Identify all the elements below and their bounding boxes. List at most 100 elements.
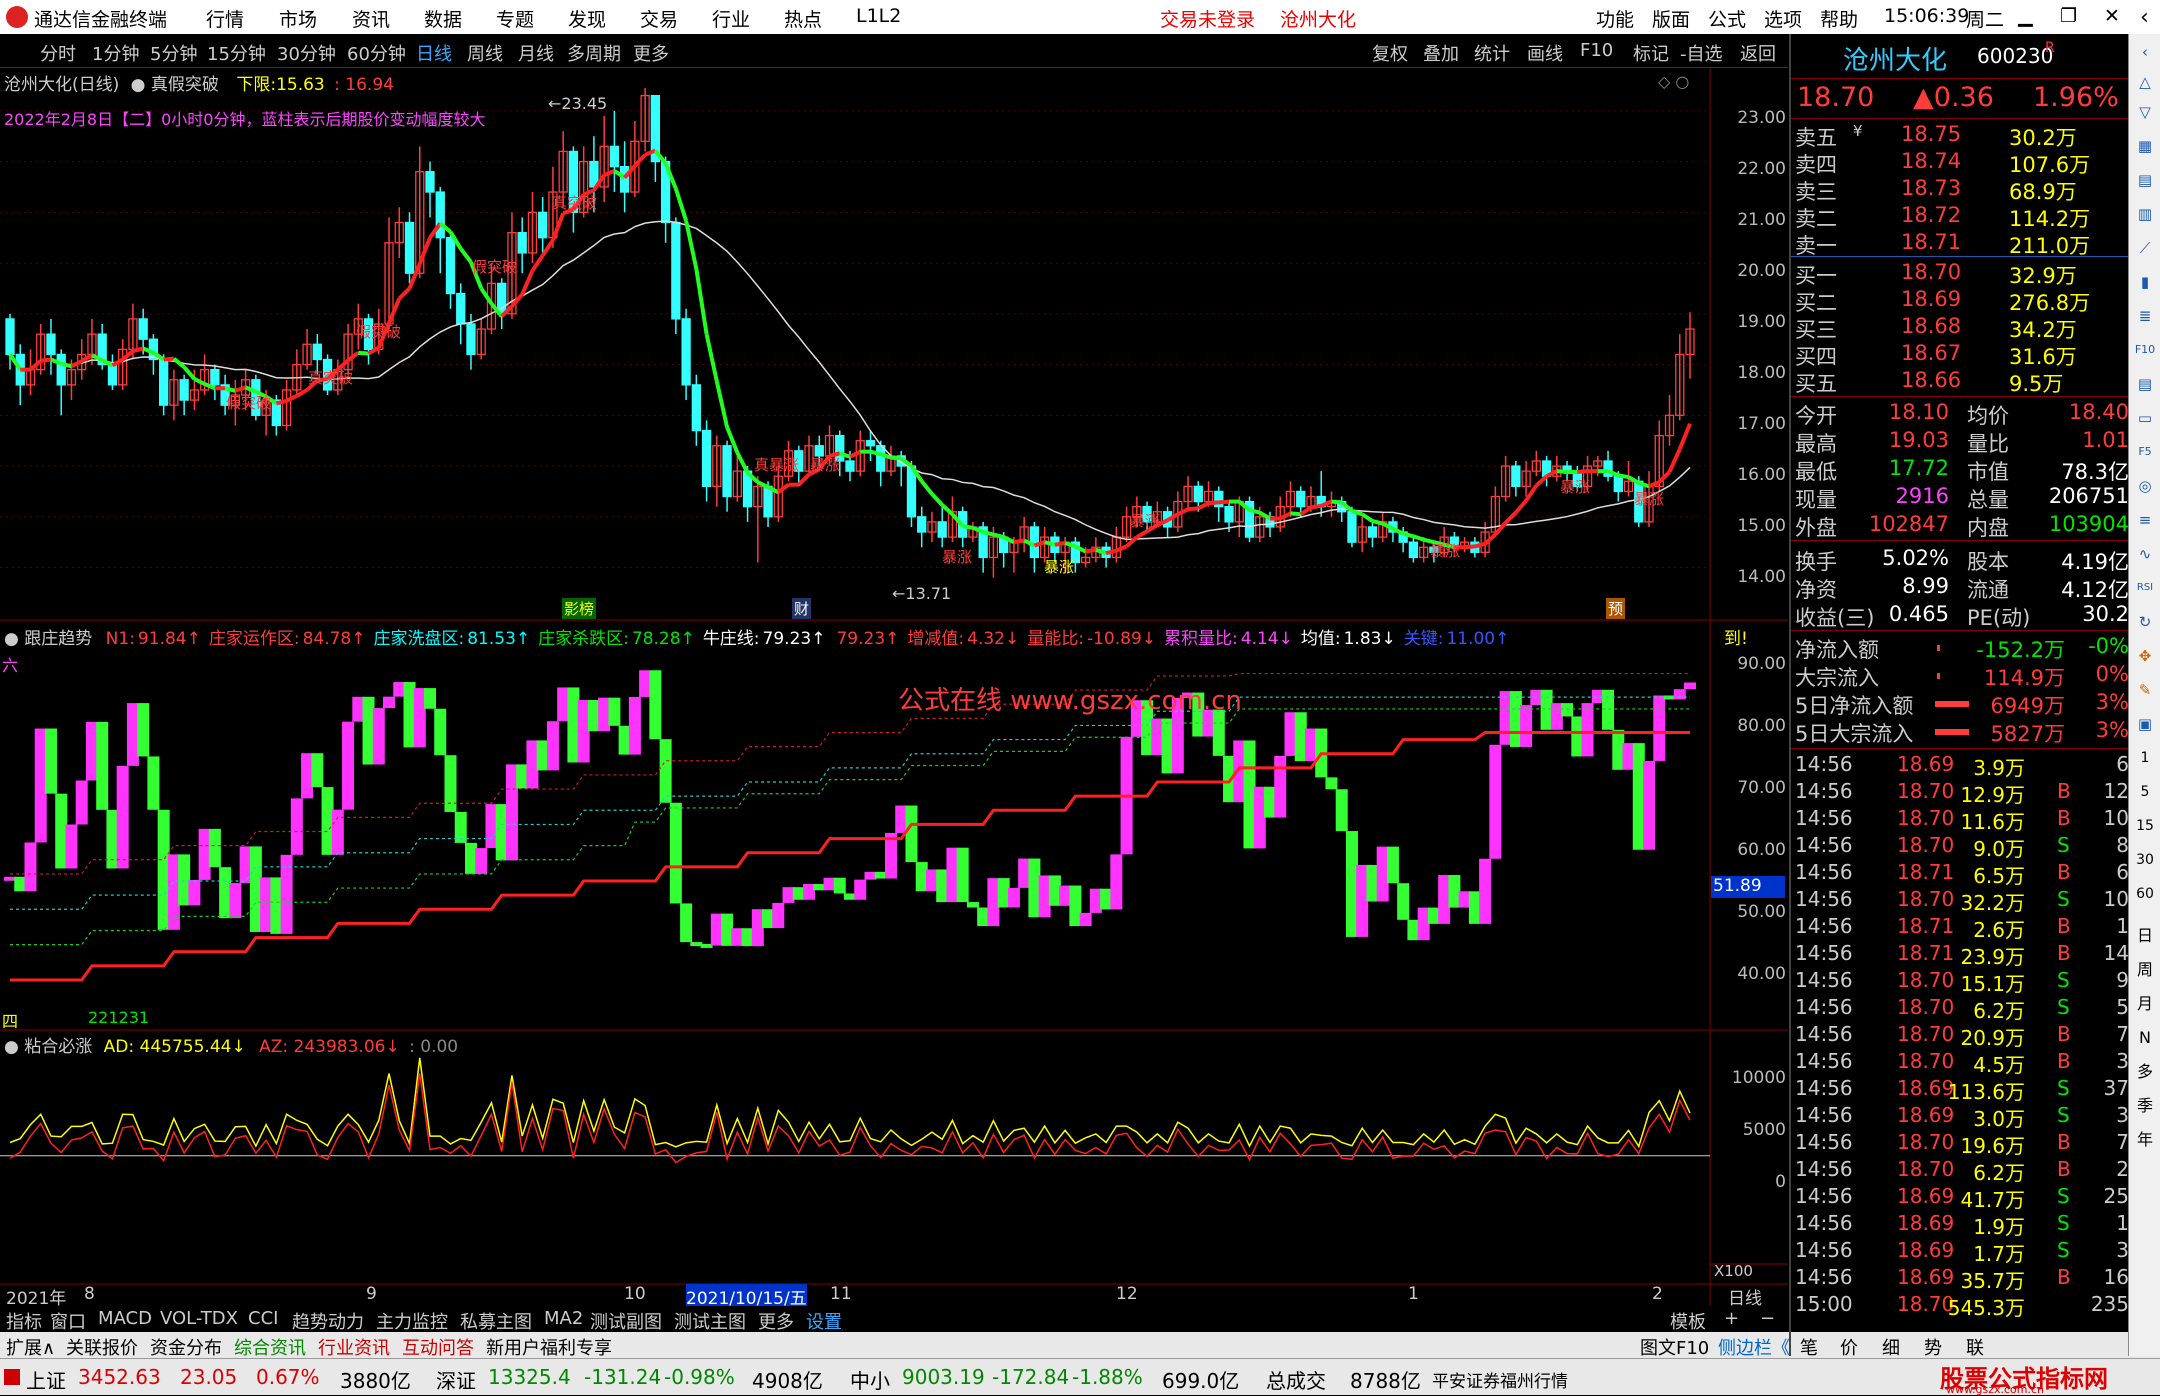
indicator2-name[interactable]: ● 粘合必涨 [4, 1037, 92, 1057]
refresh-icon[interactable]: ↻ [2133, 610, 2157, 634]
tab-monitor[interactable]: 主力监控 [376, 1308, 448, 1334]
menu-help[interactable]: 帮助 [1820, 5, 1858, 32]
tool-back[interactable]: 返回 [1740, 40, 1776, 66]
doc-icon[interactable]: ▤ [2133, 372, 2157, 396]
new-user-promo[interactable]: 新用户福利专享 [486, 1334, 612, 1360]
menu-function[interactable]: 功能 [1596, 5, 1634, 32]
bid-row[interactable]: 买四 18.67 31.6万 [1795, 341, 2129, 369]
bid-row[interactable]: 买一 18.70 32.9万 [1795, 260, 2129, 288]
qa[interactable]: 互动问答 [402, 1334, 474, 1360]
side-season[interactable]: 季 [2133, 1094, 2157, 1118]
period-15-icon[interactable]: 15 [2133, 814, 2157, 838]
tab-cci[interactable]: CCI [248, 1308, 278, 1329]
menu-layout[interactable]: 版面 [1652, 5, 1690, 32]
industry-news[interactable]: 行业资讯 [318, 1334, 390, 1360]
f10-icon[interactable]: F10 [2133, 338, 2157, 362]
period-1min[interactable]: 1分钟 [92, 40, 139, 66]
sidebar-toggle[interactable]: 侧边栏《 [1718, 1334, 1790, 1360]
bar-icon[interactable]: ▮ [2133, 270, 2157, 294]
tab-ma2[interactable]: MA2 [544, 1308, 583, 1329]
period-30-icon[interactable]: 30 [2133, 848, 2157, 872]
close-icon[interactable]: ✕ [2104, 5, 2120, 27]
chart-icon[interactable]: ▥ [2133, 202, 2157, 226]
ask-row[interactable]: 卖二 18.72 114.2万 [1795, 203, 2129, 231]
side-month[interactable]: 月 [2133, 992, 2157, 1016]
chart-area[interactable] [0, 68, 1788, 1306]
down-icon[interactable]: ▽ [2133, 100, 2157, 124]
menu-trade[interactable]: 交易 [640, 5, 678, 32]
fs-icon[interactable]: ▣ [2133, 712, 2157, 736]
menu-industry[interactable]: 行业 [712, 5, 750, 32]
tab-private[interactable]: 私募主图 [460, 1308, 532, 1334]
tab-test-main[interactable]: 测试主图 [674, 1308, 746, 1334]
f10-button[interactable]: 图文F10 [1640, 1334, 1709, 1360]
tool-watchlist[interactable]: -自选 [1680, 40, 1723, 66]
ask-row[interactable]: 卖三 18.73 68.9万 [1795, 176, 2129, 204]
tab-indicator[interactable]: 指标 [6, 1308, 42, 1334]
trade-login-status[interactable]: 交易未登录 [1160, 5, 1255, 32]
list-icon[interactable]: ≣ [2133, 304, 2157, 328]
tool-f10[interactable]: F10 [1580, 40, 1613, 61]
tab-more[interactable]: 更多 [758, 1308, 794, 1334]
menu-quote[interactable]: 行情 [206, 5, 244, 32]
collapse-icon[interactable]: ‹ [2133, 40, 2157, 64]
tool-stats[interactable]: 统计 [1474, 40, 1510, 66]
expand-button[interactable]: 扩展∧ [6, 1334, 55, 1360]
menu-hot[interactable]: 热点 [784, 5, 822, 32]
move-icon[interactable]: ✥ [2133, 644, 2157, 668]
tool-mark[interactable]: 标记 [1633, 40, 1669, 66]
tab-test-sub[interactable]: 测试副图 [590, 1308, 662, 1334]
period-60min[interactable]: 60分钟 [347, 40, 406, 66]
period-5-icon[interactable]: 5 [2133, 780, 2157, 804]
bid-row[interactable]: 买五 18.66 9.5万 [1795, 368, 2129, 396]
tab-window[interactable]: 窗口 [50, 1308, 86, 1334]
template-button[interactable]: 模板 [1670, 1308, 1706, 1334]
remove-window-button[interactable]: − [1760, 1308, 1775, 1329]
menu-market[interactable]: 市场 [279, 5, 317, 32]
menu-l1l2[interactable]: L1L2 [856, 5, 901, 27]
nav-icons[interactable]: ‹ [2140, 5, 2149, 30]
index-sh-label[interactable]: 上证 [26, 1365, 66, 1394]
fund-distribution[interactable]: 资金分布 [150, 1334, 222, 1360]
period-15min[interactable]: 15分钟 [207, 40, 266, 66]
circle-icon[interactable]: ◎ [2133, 474, 2157, 498]
side-year[interactable]: 年 [2133, 1128, 2157, 1152]
index-zx-label[interactable]: 中小 [850, 1365, 890, 1394]
menu-topic[interactable]: 专题 [496, 5, 534, 32]
rsi-icon[interactable]: RSI [2133, 576, 2157, 600]
side-day[interactable]: 日 [2133, 924, 2157, 948]
menu-data[interactable]: 数据 [424, 5, 462, 32]
period-60-icon[interactable]: 60 [2133, 882, 2157, 906]
lines-icon[interactable]: ≡ [2133, 508, 2157, 532]
add-window-button[interactable]: + [1724, 1308, 1739, 1329]
period-monthly[interactable]: 月线 [518, 40, 554, 66]
tool-overlay[interactable]: 叠加 [1423, 40, 1459, 66]
trend-icon[interactable]: ⟋ [2133, 236, 2157, 260]
minimize-icon[interactable]: ▁ [2018, 5, 2033, 27]
side-n[interactable]: N [2133, 1026, 2157, 1050]
up-icon[interactable]: △ [2133, 70, 2157, 94]
ask-row[interactable]: 卖一 18.71 211.0万 [1795, 230, 2129, 258]
grid-icon[interactable]: ▦ [2133, 134, 2157, 158]
f5-icon[interactable]: F5 [2133, 440, 2157, 464]
page-icon[interactable]: ▭ [2133, 406, 2157, 430]
tab-trend[interactable]: 趋势动力 [292, 1308, 364, 1334]
tab-vol[interactable]: VOL-TDX [160, 1308, 238, 1329]
menu-options[interactable]: 选项 [1764, 5, 1802, 32]
restore-icon[interactable]: ❐ [2060, 5, 2077, 27]
index-sz-label[interactable]: 深证 [436, 1365, 476, 1394]
tab-settings[interactable]: 设置 [806, 1308, 842, 1334]
wave-icon[interactable]: ∿ [2133, 542, 2157, 566]
table-icon[interactable]: ▤ [2133, 168, 2157, 192]
side-week[interactable]: 周 [2133, 958, 2157, 982]
period-fenshi[interactable]: 分时 [40, 40, 76, 66]
period-30min[interactable]: 30分钟 [277, 40, 336, 66]
general-news[interactable]: 综合资讯 [234, 1334, 306, 1360]
tool-adjust[interactable]: 复权 [1372, 40, 1408, 66]
menu-news[interactable]: 资讯 [352, 5, 390, 32]
indicator1-name[interactable]: ● 跟庄趋势 [4, 629, 92, 649]
period-weekly[interactable]: 周线 [467, 40, 503, 66]
period-more[interactable]: 更多 [633, 40, 669, 66]
chart-formula-name[interactable]: ● 真假突破 [131, 75, 219, 95]
period-1-icon[interactable]: 1 [2133, 746, 2157, 770]
